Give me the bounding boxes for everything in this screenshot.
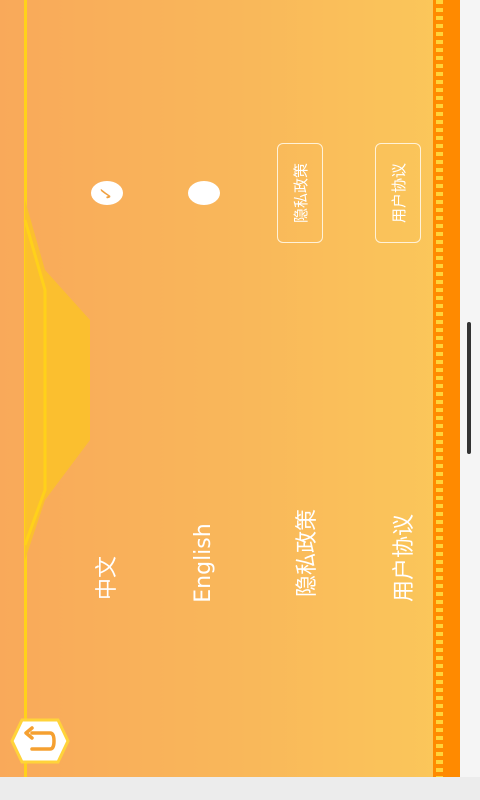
user-agreement-button-label: 用户协议 — [390, 163, 408, 224]
check-icon: ✓ — [96, 185, 118, 201]
bottom-bar — [0, 777, 480, 800]
radio-english[interactable] — [188, 181, 220, 205]
scroll-handle[interactable] — [467, 322, 471, 454]
privacy-policy-button-label: 隐私政策 — [292, 163, 310, 224]
right-dashed-border — [436, 0, 443, 777]
language-english-label[interactable]: English — [191, 518, 217, 608]
settings-panel: ✓ 隐私政策 用户协议 中文 English 隐私政策 用户协议 — [0, 0, 460, 777]
user-agreement-button[interactable]: 用户协议 — [375, 143, 421, 243]
language-chinese-label[interactable]: 中文 — [95, 533, 121, 623]
user-agreement-label: 用户协议 — [392, 514, 417, 603]
radio-chinese[interactable]: ✓ — [91, 181, 123, 205]
tab-shape — [23, 200, 90, 560]
privacy-policy-label: 隐私政策 — [295, 509, 320, 598]
privacy-policy-button[interactable]: 隐私政策 — [277, 143, 323, 243]
back-arrow-icon[interactable] — [10, 718, 70, 764]
